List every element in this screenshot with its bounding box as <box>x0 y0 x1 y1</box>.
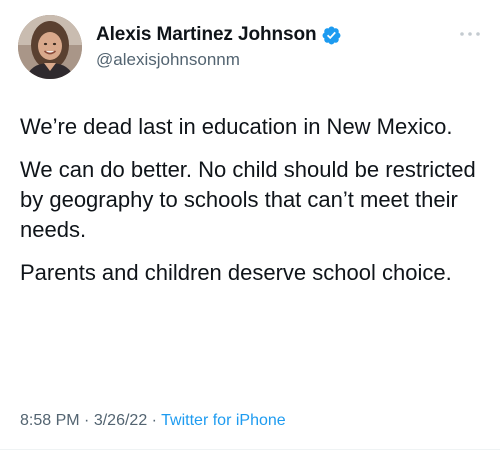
more-dots-icon[interactable] <box>458 28 482 40</box>
tweet-card: Alexis Martinez Johnson @alexisjohnsonnm… <box>0 0 500 452</box>
tweet-source-link[interactable]: Twitter for iPhone <box>161 412 286 429</box>
meta-separator: · <box>84 412 90 429</box>
tweet-text: We’re dead last in education in New Mexi… <box>20 112 482 301</box>
divider <box>0 449 500 450</box>
tweet-paragraph: We can do better. No child should be res… <box>20 157 476 242</box>
tweet-time[interactable]: 8:58 PM <box>20 412 80 429</box>
tweet-paragraph: Parents and children deserve school choi… <box>20 260 452 285</box>
verified-badge-icon <box>321 25 342 46</box>
profile-photo-icon <box>18 15 82 79</box>
meta-separator: · <box>151 412 157 429</box>
tweet-date[interactable]: 3/26/22 <box>94 412 147 429</box>
name-row: Alexis Martinez Johnson <box>96 24 342 46</box>
author-block: Alexis Martinez Johnson @alexisjohnsonnm <box>96 24 342 70</box>
tweet-meta: 8:58 PM · 3/26/22 · Twitter for iPhone <box>20 412 286 430</box>
author-handle[interactable]: @alexisjohnsonnm <box>96 50 342 70</box>
tweet-paragraph: We’re dead last in education in New Mexi… <box>20 114 453 139</box>
avatar[interactable] <box>18 15 82 79</box>
author-name[interactable]: Alexis Martinez Johnson <box>96 24 317 46</box>
